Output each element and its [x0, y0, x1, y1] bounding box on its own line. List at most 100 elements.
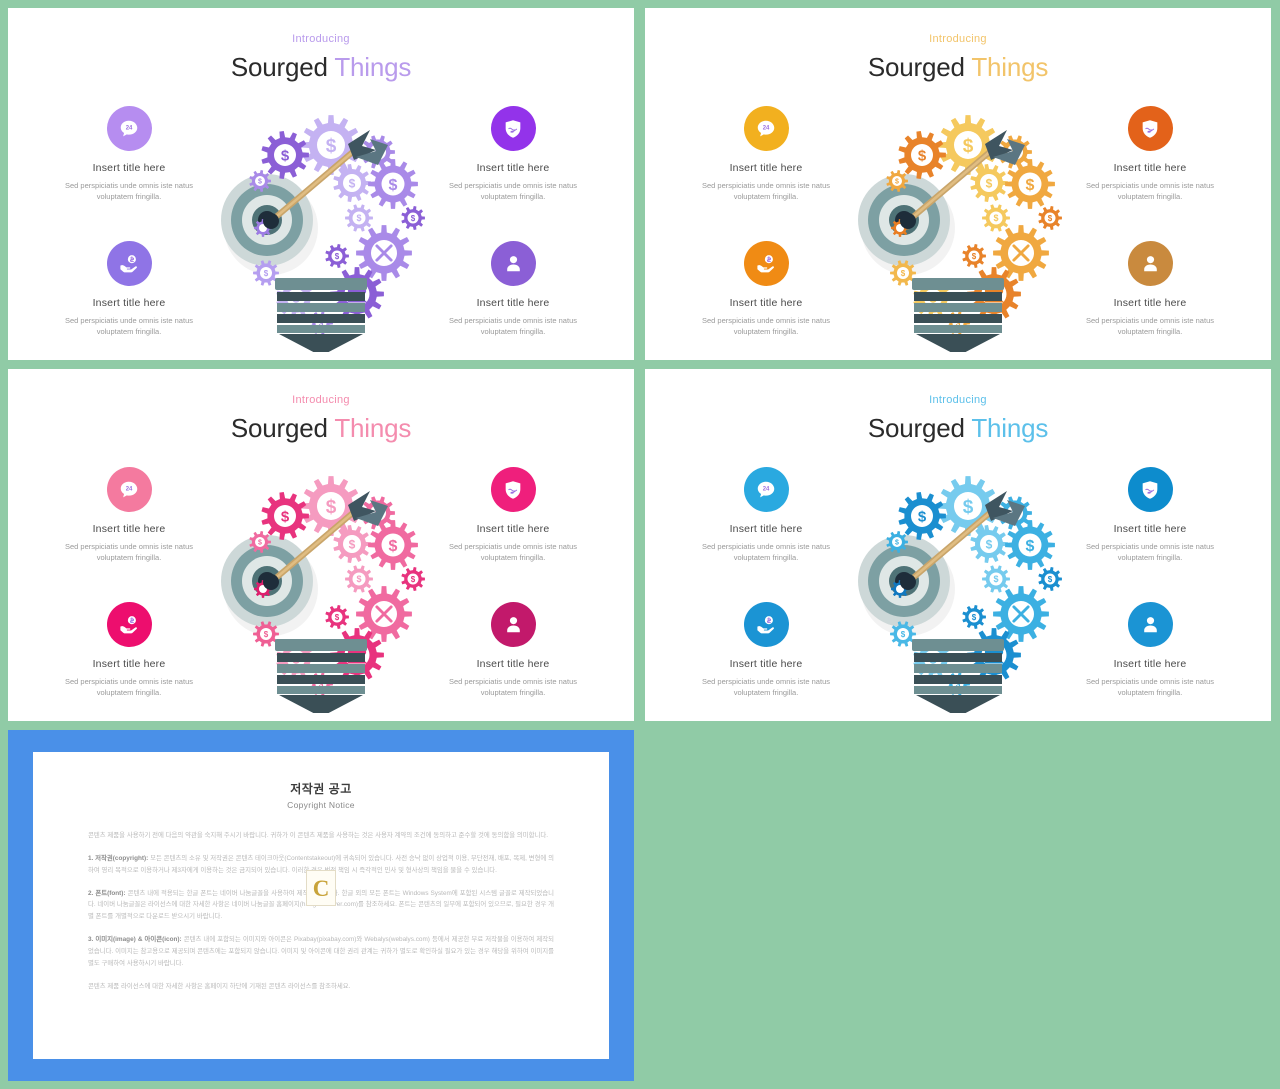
hand-money-icon — [119, 615, 137, 633]
feature-columns: 24 Insert title here Sed perspiciatis unde… — [645, 467, 1271, 717]
hand-money-icon — [756, 615, 774, 633]
copyright-body: 콘텐츠 제품을 사용하기 전에 다음의 약관을 숙지해 주시기 바랍니다. 귀하… — [88, 830, 554, 992]
user-icon-circle[interactable] — [1127, 240, 1173, 286]
feature-item[interactable]: 24 Insert title here Sed perspiciatis unde… — [36, 467, 222, 564]
feature-item[interactable]: 24 Insert title here Sed perspiciatis unde… — [673, 106, 859, 203]
chat-bubble-icon-circle[interactable]: 24 — [106, 467, 152, 512]
feature-column: 24 Insert title here Sed perspiciatis unde… — [673, 106, 859, 337]
hand-money-icon — [119, 254, 137, 272]
slide-copyright-notice[interactable]: 저작권 공고 Copyright Notice 콘텐츠 제품을 사용하기 전에 … — [8, 730, 634, 1081]
feature-item-title: Insert title here — [1113, 162, 1187, 174]
copyright-paper: 저작권 공고 Copyright Notice 콘텐츠 제품을 사용하기 전에 … — [33, 752, 609, 1059]
feature-item[interactable]: Insert title here Sed perspiciatis unde o… — [36, 240, 222, 338]
hand-money-icon-circle[interactable] — [106, 240, 152, 286]
feature-item-desc: Sed perspiciatis unde omnis iste natus v… — [1086, 542, 1214, 563]
title-word-2: Things — [971, 52, 1049, 82]
feature-item-title: Insert title here — [476, 162, 550, 174]
feature-item-desc: Sed perspiciatis unde omnis iste natus v… — [449, 676, 577, 697]
slide-blue[interactable]: IntroducingSourged Things$$$$$$$$$$$$24I… — [645, 369, 1271, 721]
feature-item-title: Insert title here — [476, 296, 550, 309]
chat-bubble-icon: 24 — [757, 120, 775, 136]
feature-item[interactable]: Insert title here Sed perspiciatis unde o… — [673, 240, 859, 338]
feature-item-desc: Sed perspiciatis unde omnis iste natus v… — [65, 676, 193, 697]
feature-column: Insert title here Sed perspiciatis unde o… — [420, 106, 606, 337]
user-icon — [506, 616, 520, 632]
feature-column: Insert title here Sed perspiciatis unde o… — [420, 467, 606, 698]
feature-item[interactable]: Insert title here Sed perspiciatis unde o… — [673, 601, 859, 699]
copyright-paragraph: 3. 이미지(image) & 아이콘(icon): 콘텐츠 내에 포함되는 이… — [88, 936, 555, 967]
feature-item-title: Insert title here — [729, 657, 803, 670]
feature-item-title: Insert title here — [92, 296, 166, 309]
svg-text:24: 24 — [126, 486, 133, 492]
title-word-1: Sourged — [230, 52, 328, 82]
feature-columns: 24 Insert title here Sed perspiciatis unde… — [645, 106, 1271, 356]
svg-text:24: 24 — [763, 486, 770, 492]
feature-item[interactable]: Insert title here Sed perspiciatis unde o… — [420, 467, 606, 564]
feature-item-desc: Sed perspiciatis unde omnis iste natus v… — [702, 315, 830, 336]
feature-item[interactable]: Insert title here Sed perspiciatis unde o… — [36, 601, 222, 699]
feature-item-title: Insert title here — [92, 523, 166, 535]
feature-item[interactable]: Insert title here Sed perspiciatis unde o… — [1057, 106, 1243, 203]
shield-hand-icon-circle[interactable] — [490, 106, 536, 151]
shield-hand-icon-circle[interactable] — [490, 467, 536, 512]
shield-hand-icon — [505, 119, 521, 138]
chat-bubble-icon-circle[interactable]: 24 — [106, 106, 152, 151]
shield-hand-icon — [505, 480, 521, 499]
slide-pink[interactable]: IntroducingSourged Things$$$$$$$$$$$$24I… — [8, 369, 634, 721]
chat-bubble-icon: 24 — [120, 120, 138, 136]
copyright-paragraph: 콘텐츠 제품 라이선스에 대한 자세한 사항은 홈페이지 하단에 기재된 콘텐츠… — [88, 982, 351, 990]
feature-item-desc: Sed perspiciatis unde omnis iste natus v… — [702, 542, 830, 563]
feature-item-desc: Sed perspiciatis unde omnis iste natus v… — [702, 676, 830, 697]
feature-item[interactable]: Insert title here Sed perspiciatis unde o… — [420, 240, 606, 338]
feature-item-title: Insert title here — [476, 523, 550, 535]
slide-purple[interactable]: IntroducingSourged Things$$$$$$$$$$$$24I… — [8, 8, 634, 360]
feature-item[interactable]: 24 Insert title here Sed perspiciatis unde… — [36, 106, 222, 203]
feature-item-title: Insert title here — [729, 162, 803, 174]
page-title: Sourged Things — [645, 52, 1271, 83]
feature-item[interactable]: Insert title here Sed perspiciatis unde o… — [420, 106, 606, 203]
feature-column: 24 Insert title here Sed perspiciatis unde… — [36, 467, 222, 698]
copyright-title-en: Copyright Notice — [287, 800, 355, 810]
hand-money-icon-circle[interactable] — [743, 601, 789, 647]
chat-bubble-icon: 24 — [757, 481, 775, 497]
presentation-canvas: IntroducingSourged Things$$$$$$$$$$$$24I… — [0, 0, 1280, 1089]
shield-hand-icon-circle[interactable] — [1127, 467, 1173, 512]
user-icon-circle[interactable] — [490, 601, 536, 647]
feature-item-title: Insert title here — [729, 296, 803, 309]
copyright-title-ko: 저작권 공고 — [290, 782, 352, 796]
watermark-logo: C — [306, 870, 336, 906]
slide-orange[interactable]: IntroducingSourged Things$$$$$$$$$$$$24I… — [645, 8, 1271, 360]
user-icon-circle[interactable] — [490, 240, 536, 286]
feature-item[interactable]: Insert title here Sed perspiciatis unde o… — [1057, 601, 1243, 699]
feature-item[interactable]: Insert title here Sed perspiciatis unde o… — [1057, 467, 1243, 564]
feature-item[interactable]: Insert title here Sed perspiciatis unde o… — [1057, 240, 1243, 338]
feature-item[interactable]: 24 Insert title here Sed perspiciatis unde… — [673, 467, 859, 564]
feature-item-desc: Sed perspiciatis unde omnis iste natus v… — [65, 181, 193, 202]
hand-money-icon-circle[interactable] — [743, 240, 789, 286]
page-title: Sourged Things — [645, 413, 1271, 444]
intro-label: Introducing — [929, 33, 987, 45]
title-word-2: Things — [334, 413, 412, 443]
title-word-1: Sourged — [230, 413, 328, 443]
title-word-2: Things — [971, 413, 1049, 443]
feature-item-desc: Sed perspiciatis unde omnis iste natus v… — [1086, 315, 1214, 336]
feature-item[interactable]: Insert title here Sed perspiciatis unde o… — [420, 601, 606, 699]
shield-hand-icon — [1142, 119, 1158, 138]
user-icon-circle[interactable] — [1127, 601, 1173, 647]
intro-label: Introducing — [929, 394, 987, 406]
feature-column: 24 Insert title here Sed perspiciatis unde… — [673, 467, 859, 698]
feature-columns: 24 Insert title here Sed perspiciatis unde… — [8, 467, 634, 717]
hand-money-icon-circle[interactable] — [106, 601, 152, 647]
feature-column: 24 Insert title here Sed perspiciatis unde… — [36, 106, 222, 337]
user-icon — [506, 255, 520, 271]
shield-hand-icon-circle[interactable] — [1127, 106, 1173, 151]
feature-item-title: Insert title here — [476, 657, 550, 670]
shield-hand-icon — [1142, 480, 1158, 499]
copyright-paragraph: 콘텐츠 제품을 사용하기 전에 다음의 약관을 숙지해 주시기 바랍니다. 귀하… — [88, 832, 549, 839]
title-word-1: Sourged — [867, 52, 965, 82]
chat-bubble-icon-circle[interactable]: 24 — [743, 467, 789, 512]
feature-item-desc: Sed perspiciatis unde omnis iste natus v… — [449, 315, 577, 336]
feature-item-desc: Sed perspiciatis unde omnis iste natus v… — [702, 181, 830, 202]
feature-item-desc: Sed perspiciatis unde omnis iste natus v… — [1086, 676, 1214, 697]
chat-bubble-icon-circle[interactable]: 24 — [743, 106, 789, 151]
